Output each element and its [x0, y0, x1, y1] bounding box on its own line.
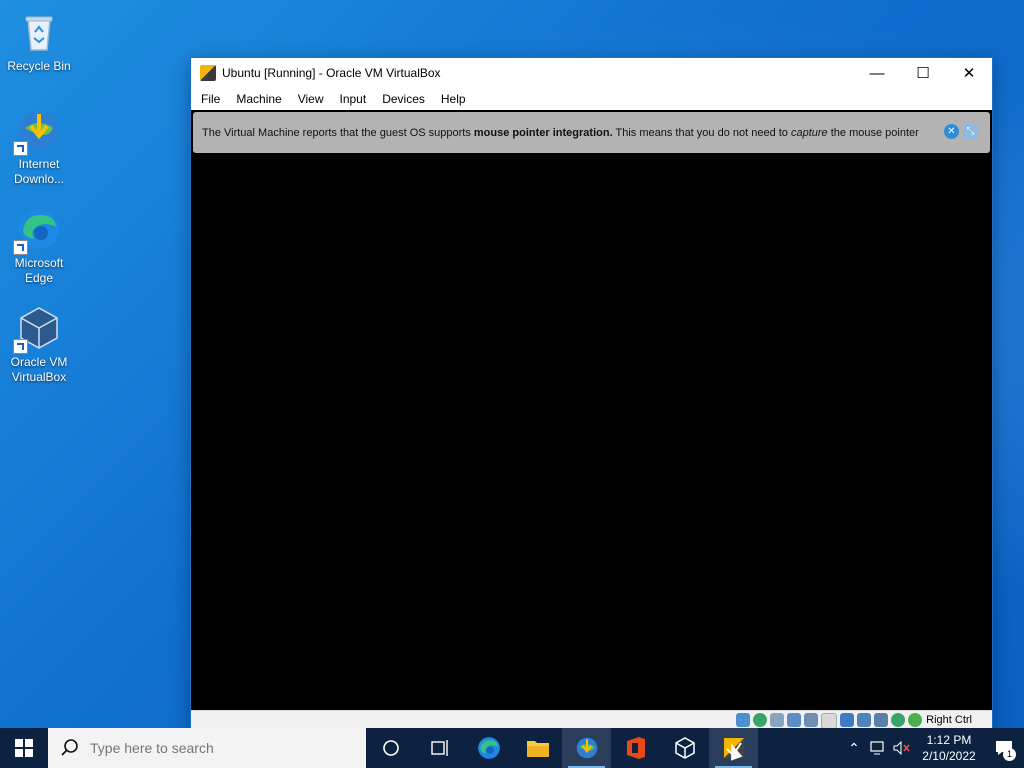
usb-icon[interactable]	[804, 713, 818, 727]
desktop-icon-label: Internet Downlo...	[13, 157, 65, 186]
office-icon	[626, 737, 645, 759]
notification-count-badge: 1	[1003, 748, 1016, 761]
taskbar-clock[interactable]: 1:12 PM 2/10/2022	[914, 732, 984, 764]
shortcut-arrow-icon	[13, 240, 28, 255]
vm-display[interactable]: The Virtual Machine reports that the gue…	[191, 110, 992, 710]
internet-download-manager-icon	[13, 106, 63, 156]
status-icons	[736, 713, 922, 729]
video-capture-icon[interactable]	[857, 713, 871, 727]
mouse-integration-icon[interactable]	[891, 713, 905, 727]
notice-text-part: The Virtual Machine reports that the gue…	[202, 126, 474, 139]
desktop-icon-label: Microsoft Edge	[14, 256, 64, 285]
search-icon	[61, 739, 78, 756]
optical-drive-icon[interactable]	[753, 713, 767, 727]
start-button[interactable]	[0, 728, 48, 768]
folder-icon	[526, 741, 549, 757]
volume-icon[interactable]	[890, 728, 914, 768]
task-view-button[interactable]	[415, 728, 464, 768]
system-tray: ⌃ 1:12 PM 2/10/2022 1	[842, 728, 1024, 768]
volume-muted-icon	[893, 741, 910, 755]
microsoft-edge-icon	[13, 205, 63, 255]
mouse-integration-notice: The Virtual Machine reports that the gue…	[193, 112, 990, 153]
menu-devices[interactable]: Devices	[374, 92, 433, 106]
clock-time: 1:12 PM	[926, 733, 972, 747]
taskbar-search-box[interactable]	[48, 728, 366, 768]
minimize-button[interactable]: —	[854, 58, 900, 88]
shared-folders-icon[interactable]	[821, 713, 837, 729]
menu-help[interactable]: Help	[433, 92, 474, 106]
menu-input[interactable]: Input	[332, 92, 375, 106]
network-icon[interactable]	[787, 713, 801, 727]
maximize-button[interactable]: ☐	[900, 58, 946, 88]
shortcut-arrow-icon	[13, 141, 28, 156]
virtualbox-icon	[674, 737, 695, 759]
microsoft-edge-icon	[477, 737, 500, 759]
menu-file[interactable]: File	[193, 92, 228, 106]
desktop-icon-microsoft-edge[interactable]: Microsoft Edge	[1, 205, 77, 286]
desktop-icon-oracle-vm-virtualbox[interactable]: Oracle VM VirtualBox	[1, 304, 77, 385]
virtualbox-vm-icon	[200, 65, 216, 81]
audio-icon[interactable]	[770, 713, 784, 727]
network-icon[interactable]	[866, 728, 890, 768]
task-view-icon	[430, 740, 448, 756]
keyboard-capture-icon[interactable]	[908, 713, 922, 727]
notice-buttons: ✕ ⤡	[944, 124, 978, 139]
action-center-button[interactable]: 1	[984, 728, 1024, 768]
taskbar-internet-download-manager[interactable]	[562, 728, 611, 768]
taskbar-office[interactable]	[611, 728, 660, 768]
notice-close-icon[interactable]: ✕	[944, 124, 959, 139]
shortcut-arrow-icon	[13, 339, 28, 354]
virtualbox-window: Ubuntu [Running] - Oracle VM VirtualBox …	[191, 58, 992, 731]
host-key-label[interactable]: Right Ctrl	[926, 714, 972, 726]
recycle-bin-icon	[15, 8, 63, 56]
cortana-button[interactable]	[366, 728, 415, 768]
windows-logo-icon	[15, 739, 33, 757]
window-titlebar[interactable]: Ubuntu [Running] - Oracle VM VirtualBox …	[191, 58, 992, 88]
notice-text-italic: capture	[790, 126, 828, 139]
close-button[interactable]: ✕	[946, 58, 992, 88]
taskbar-file-explorer[interactable]	[513, 728, 562, 768]
desktop-icon-internet-download-manager[interactable]: Internet Downlo...	[1, 106, 77, 187]
notice-text-bold: mouse pointer integration.	[473, 126, 613, 139]
desktop-icon-recycle-bin[interactable]: Recycle Bin	[1, 8, 77, 74]
cpu-icon[interactable]	[874, 713, 888, 727]
taskbar-virtualbox[interactable]	[660, 728, 709, 768]
desktop-icon-label: Oracle VM VirtualBox	[10, 355, 68, 384]
search-input[interactable]	[88, 739, 352, 757]
window-title: Ubuntu [Running] - Oracle VM VirtualBox	[222, 66, 441, 80]
virtualbox-icon	[13, 304, 63, 354]
cortana-icon	[382, 740, 399, 756]
desktop-icon-label: Recycle Bin	[7, 59, 71, 73]
internet-download-manager-icon	[576, 737, 597, 759]
notice-text: The Virtual Machine reports that the gue…	[193, 127, 919, 139]
display-icon[interactable]	[840, 713, 854, 727]
clock-date: 2/10/2022	[922, 749, 976, 763]
menu-view[interactable]: View	[290, 92, 332, 106]
menu-machine[interactable]: Machine	[228, 92, 289, 106]
hard-disk-icon[interactable]	[736, 713, 750, 727]
notice-text-part: the mouse pointer	[827, 126, 919, 139]
notice-do-not-show-icon[interactable]: ⤡	[963, 124, 978, 139]
taskbar-edge[interactable]	[464, 728, 513, 768]
notice-text-part: This means that you do not need to	[612, 126, 791, 139]
network-monitor-icon	[870, 741, 884, 755]
window-controls: — ☐ ✕	[854, 58, 992, 88]
show-hidden-icons-chevron-up-icon[interactable]: ⌃	[842, 728, 866, 768]
menu-bar: File Machine View Input Devices Help	[191, 88, 992, 111]
taskbar: ⌃ 1:12 PM 2/10/2022 1	[0, 728, 1024, 768]
